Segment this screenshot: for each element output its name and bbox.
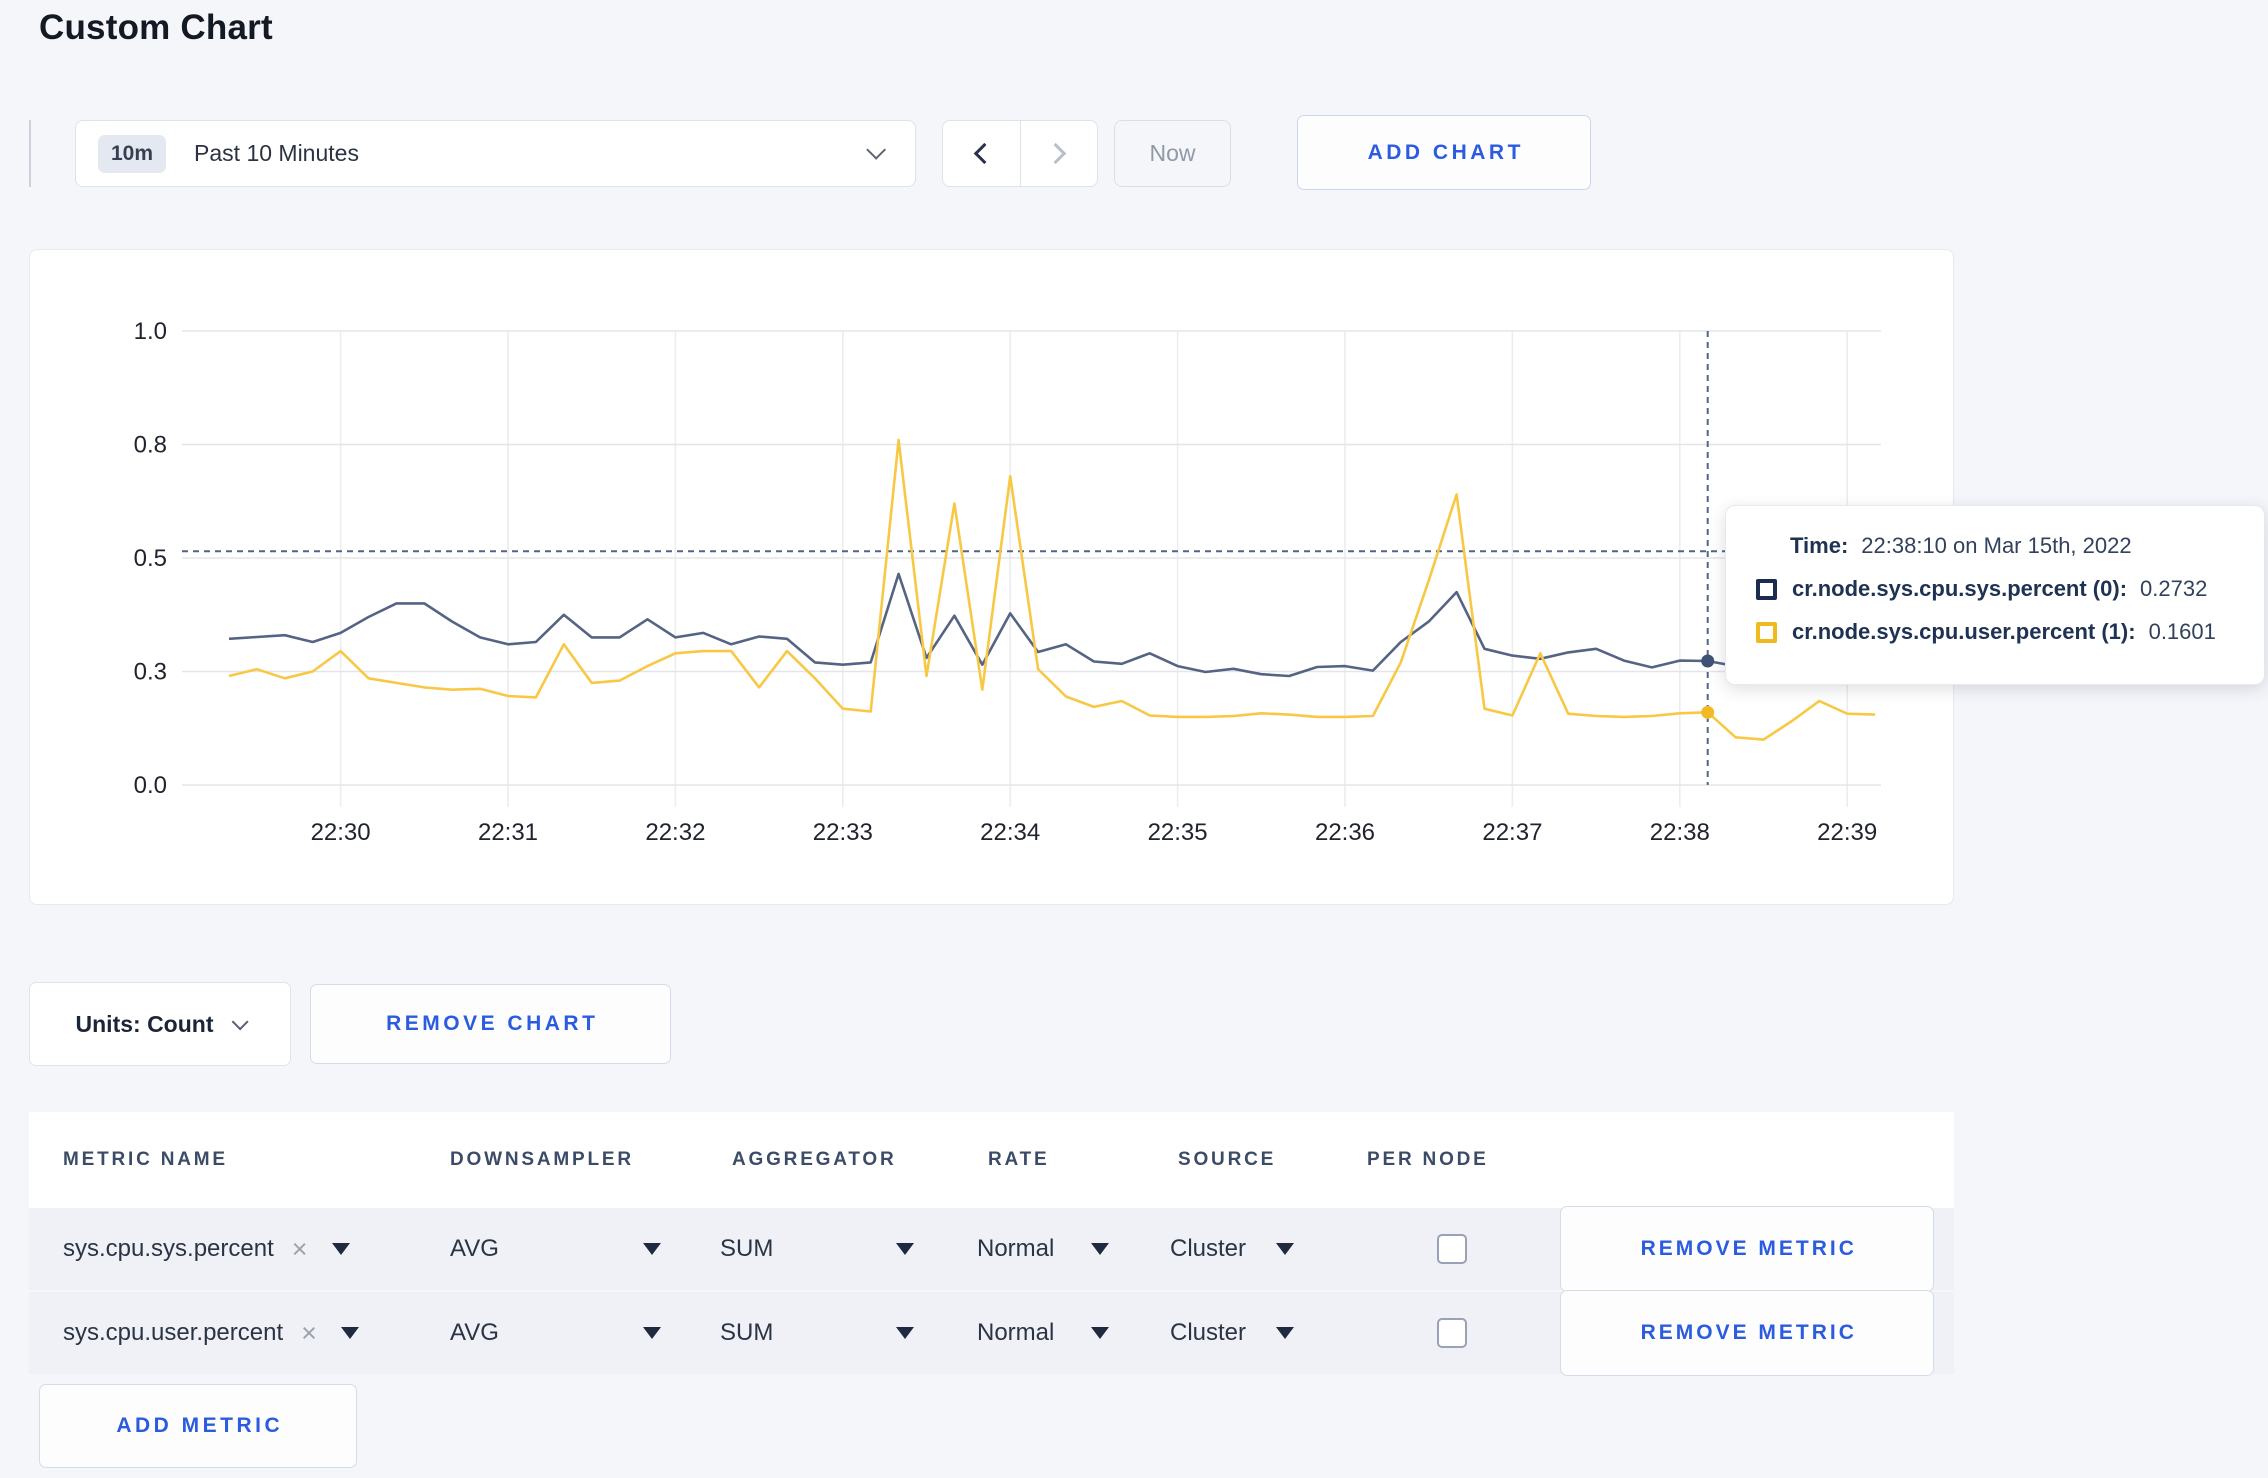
source-caret-down-icon[interactable] [1276, 1243, 1294, 1255]
aggregator-caret-down-icon[interactable] [896, 1243, 914, 1255]
tooltip-series-label: cr.node.sys.cpu.user.percent (1): [1792, 619, 2136, 644]
header-per-node: PER NODE [1367, 1149, 1489, 1170]
svg-text:22:33: 22:33 [813, 819, 873, 846]
metrics-table-header: METRIC NAME DOWNSAMPLER AGGREGATOR RATE … [29, 1112, 1954, 1208]
svg-text:22:34: 22:34 [980, 819, 1040, 846]
per-node-checkbox[interactable] [1437, 1318, 1467, 1348]
toolbar-divider [29, 120, 31, 187]
downsampler-caret-down-icon[interactable] [643, 1243, 661, 1255]
rate-caret-down-icon[interactable] [1091, 1327, 1109, 1339]
page-title: Custom Chart [39, 8, 273, 47]
metric-select-value: sys.cpu.sys.percent [63, 1235, 274, 1262]
per-node-checkbox[interactable] [1437, 1234, 1467, 1264]
remove-chart-button[interactable]: REMOVE CHART [310, 984, 671, 1064]
svg-text:0.0: 0.0 [134, 772, 167, 799]
add-chart-button[interactable]: ADD CHART [1297, 115, 1591, 190]
aggregator-caret-down-icon[interactable] [896, 1327, 914, 1339]
prev-time-button[interactable] [943, 121, 1020, 186]
tooltip-series-row: cr.node.sys.cpu.user.percent (1): 0.1601 [1756, 619, 2264, 645]
rate-select-value[interactable]: Normal [977, 1235, 1054, 1263]
time-range-label: Past 10 Minutes [194, 140, 359, 166]
source-select-value[interactable]: Cluster [1170, 1319, 1246, 1347]
metric-select[interactable]: sys.cpu.user.percent × [63, 1319, 359, 1347]
svg-text:22:35: 22:35 [1148, 819, 1208, 846]
source-select-value[interactable]: Cluster [1170, 1235, 1246, 1263]
metric-row: sys.cpu.user.percent × AVG SUM Normal Cl… [29, 1290, 1954, 1376]
svg-text:22:37: 22:37 [1482, 819, 1542, 846]
svg-text:1.0: 1.0 [134, 318, 167, 345]
tooltip-time-label: Time: [1790, 533, 1849, 558]
rate-select-value[interactable]: Normal [977, 1319, 1054, 1347]
chevron-down-icon [232, 1013, 250, 1031]
tooltip-series-label: cr.node.sys.cpu.sys.percent (0): [1792, 576, 2128, 601]
clear-icon[interactable]: × [301, 1319, 317, 1347]
header-rate: RATE [988, 1149, 1050, 1170]
svg-text:22:39: 22:39 [1817, 819, 1877, 846]
add-metric-button[interactable]: ADD METRIC [39, 1384, 357, 1468]
tooltip-series-value: 0.1601 [2148, 619, 2216, 644]
downsampler-select-value[interactable]: AVG [450, 1235, 499, 1263]
chevron-down-icon [866, 139, 887, 160]
tooltip-time-row: Time: 22:38:10 on Mar 15th, 2022 [1790, 533, 2264, 559]
series-swatch-user-icon [1756, 621, 1777, 643]
series-swatch-sys-icon [1756, 578, 1777, 600]
chart-card: 22:30 22:31 22:32 22:33 22:34 22:35 22:36 22:37… [29, 249, 1954, 905]
metric-row: sys.cpu.sys.percent × AVG SUM Normal Clu… [29, 1206, 1954, 1292]
svg-text:22:32: 22:32 [645, 819, 705, 846]
header-downsampler: DOWNSAMPLER [450, 1149, 634, 1170]
svg-text:0.8: 0.8 [134, 432, 167, 459]
next-time-button[interactable] [1019, 121, 1098, 186]
custom-chart-page: Custom Chart 10m Past 10 Minutes Now ADD… [0, 0, 2268, 1478]
caret-down-icon [331, 1243, 350, 1255]
tooltip-series-value: 0.2732 [2140, 576, 2208, 601]
tooltip-time-value: 22:38:10 on Mar 15th, 2022 [1861, 533, 2132, 558]
svg-text:22:31: 22:31 [478, 819, 538, 846]
metrics-table: METRIC NAME DOWNSAMPLER AGGREGATOR RATE … [29, 1112, 1954, 1376]
tooltip-series-row: cr.node.sys.cpu.sys.percent (0): 0.2732 [1756, 576, 2264, 602]
remove-metric-button[interactable]: REMOVE METRIC [1560, 1290, 1934, 1376]
time-step-buttons [942, 120, 1098, 187]
chart-svg[interactable]: 22:30 22:31 22:32 22:33 22:34 22:35 22:36 22:37… [30, 250, 1955, 906]
svg-text:22:36: 22:36 [1315, 819, 1375, 846]
chevron-right-icon [1045, 142, 1067, 165]
header-aggregator: AGGREGATOR [732, 1149, 897, 1170]
svg-text:0.5: 0.5 [134, 545, 167, 572]
aggregator-select-value[interactable]: SUM [720, 1235, 773, 1263]
chart-tooltip: Time: 22:38:10 on Mar 15th, 2022 cr.node… [1725, 505, 2265, 685]
downsampler-select-value[interactable]: AVG [450, 1319, 499, 1347]
downsampler-caret-down-icon[interactable] [643, 1327, 661, 1339]
remove-metric-button[interactable]: REMOVE METRIC [1560, 1206, 1934, 1292]
source-caret-down-icon[interactable] [1276, 1327, 1294, 1339]
units-dropdown[interactable]: Units: Count [29, 982, 291, 1066]
clear-icon[interactable]: × [292, 1235, 308, 1263]
header-source: SOURCE [1178, 1149, 1277, 1170]
svg-text:22:30: 22:30 [311, 819, 371, 846]
time-range-badge: 10m [98, 134, 167, 173]
svg-text:22:38: 22:38 [1650, 819, 1710, 846]
units-label: Units: Count [75, 1010, 214, 1037]
metric-select[interactable]: sys.cpu.sys.percent × [63, 1235, 350, 1263]
chevron-left-icon [973, 142, 995, 165]
svg-text:0.3: 0.3 [134, 659, 167, 686]
aggregator-select-value[interactable]: SUM [720, 1319, 773, 1347]
metric-select-value: sys.cpu.user.percent [63, 1319, 284, 1346]
header-metric-name: METRIC NAME [63, 1149, 228, 1170]
rate-caret-down-icon[interactable] [1091, 1243, 1109, 1255]
caret-down-icon [340, 1327, 359, 1339]
time-range-picker[interactable]: 10m Past 10 Minutes [75, 120, 916, 187]
now-button[interactable]: Now [1114, 120, 1231, 187]
